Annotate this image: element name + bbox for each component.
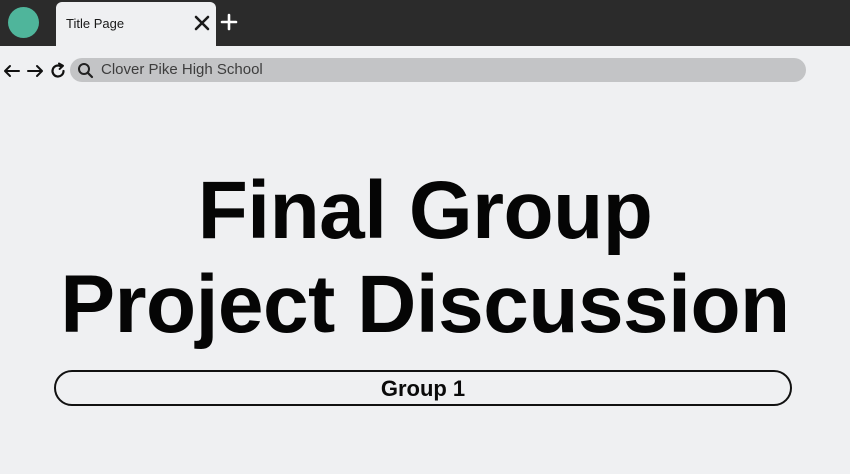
- plus-icon[interactable]: [220, 13, 238, 31]
- slide-title: Final Group Project Discussion: [25, 164, 825, 352]
- search-icon: [78, 63, 94, 79]
- address-bar[interactable]: Clover Pike High School: [70, 58, 806, 82]
- tab-title-page[interactable]: Title Page: [56, 2, 216, 46]
- close-icon[interactable]: [193, 14, 211, 32]
- group-label-pill: Group 1: [54, 370, 792, 406]
- tab-label: Title Page: [66, 16, 125, 31]
- browser-titlebar: Title Page: [0, 0, 850, 46]
- slide-title-line-2: Project Discussion: [60, 259, 790, 350]
- arrow-left-icon[interactable]: [3, 62, 21, 80]
- reload-icon[interactable]: [49, 62, 67, 80]
- arrow-right-icon[interactable]: [26, 62, 44, 80]
- address-text: Clover Pike High School: [101, 61, 263, 78]
- slide-title-line-1: Final Group: [197, 165, 653, 256]
- app-logo-dot[interactable]: [8, 7, 39, 38]
